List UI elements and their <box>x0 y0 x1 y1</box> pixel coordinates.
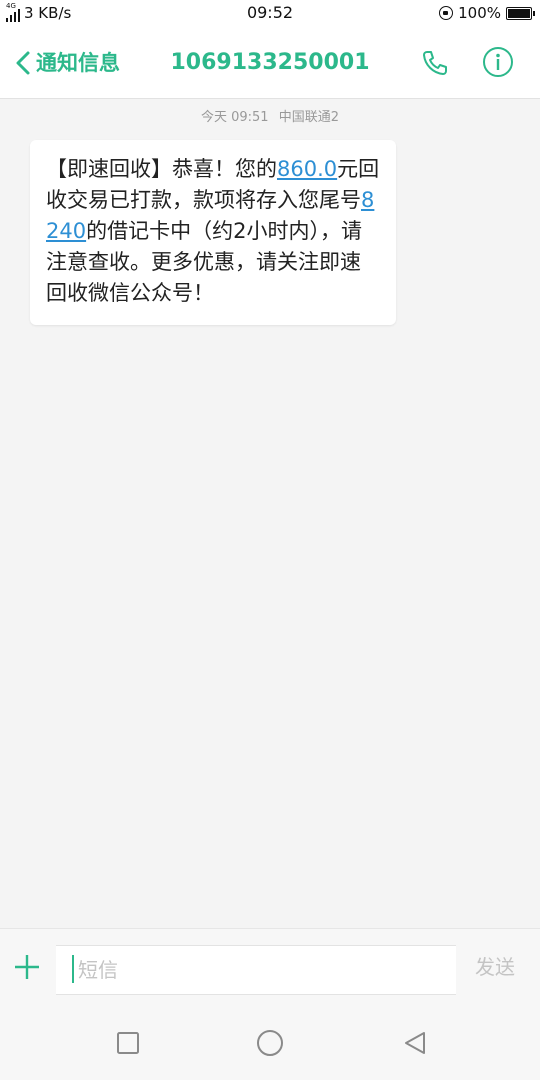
text-caret <box>72 955 74 983</box>
battery-fill <box>508 8 530 18</box>
message-text-part: 的借记卡中（约2小时内），请注意查收。更多优惠，请关注即速回收微信公众号！ <box>46 219 362 305</box>
battery-icon <box>506 6 535 20</box>
info-button[interactable] <box>482 46 514 78</box>
back-button[interactable]: 通知信息 <box>14 50 120 76</box>
conversation-header: 通知信息 1069133250001 <box>0 28 540 99</box>
status-bar: 4G 3 KB/s 09:52 100% <box>0 0 540 28</box>
back-label: 通知信息 <box>36 51 120 75</box>
navigation-bar <box>0 1004 540 1080</box>
message-bubble[interactable]: 【即速回收】恭喜！您的860.0元回收交易已打款，款项将存入您尾号8240的借记… <box>30 140 396 325</box>
message-input[interactable] <box>76 952 450 988</box>
message-date: 今天 09:51 <box>200 110 269 125</box>
home-button[interactable] <box>256 1029 284 1057</box>
message-input-wrapper <box>56 945 456 995</box>
plus-icon <box>15 955 39 979</box>
nav-back-button[interactable] <box>402 1030 428 1056</box>
circle-icon <box>257 1030 283 1056</box>
info-icon <box>483 47 513 77</box>
message-carrier: 中国联通2 <box>278 110 340 125</box>
contact-number: 1069133250001 <box>170 50 370 75</box>
message-text-part: 【即速回收】恭喜！您的 <box>46 157 277 181</box>
amount-link[interactable]: 860.0 <box>277 157 337 181</box>
send-button[interactable]: 发送 <box>462 953 528 981</box>
battery-percent: 100% <box>458 4 501 22</box>
chevron-left-icon <box>16 51 30 75</box>
message-composer: 发送 <box>0 928 540 1005</box>
call-button[interactable] <box>420 48 450 78</box>
square-icon <box>117 1032 139 1054</box>
message-text: 【即速回收】恭喜！您的860.0元回收交易已打款，款项将存入您尾号8240的借记… <box>46 154 380 309</box>
status-right: 100% <box>439 4 535 22</box>
phone-icon <box>423 51 447 75</box>
attach-button[interactable] <box>13 953 41 981</box>
rotation-lock-icon <box>439 6 454 20</box>
recent-apps-button[interactable] <box>115 1030 141 1056</box>
message-timestamp: 今天 09:51 中国联通2 <box>0 110 540 126</box>
triangle-back-icon <box>405 1032 425 1054</box>
